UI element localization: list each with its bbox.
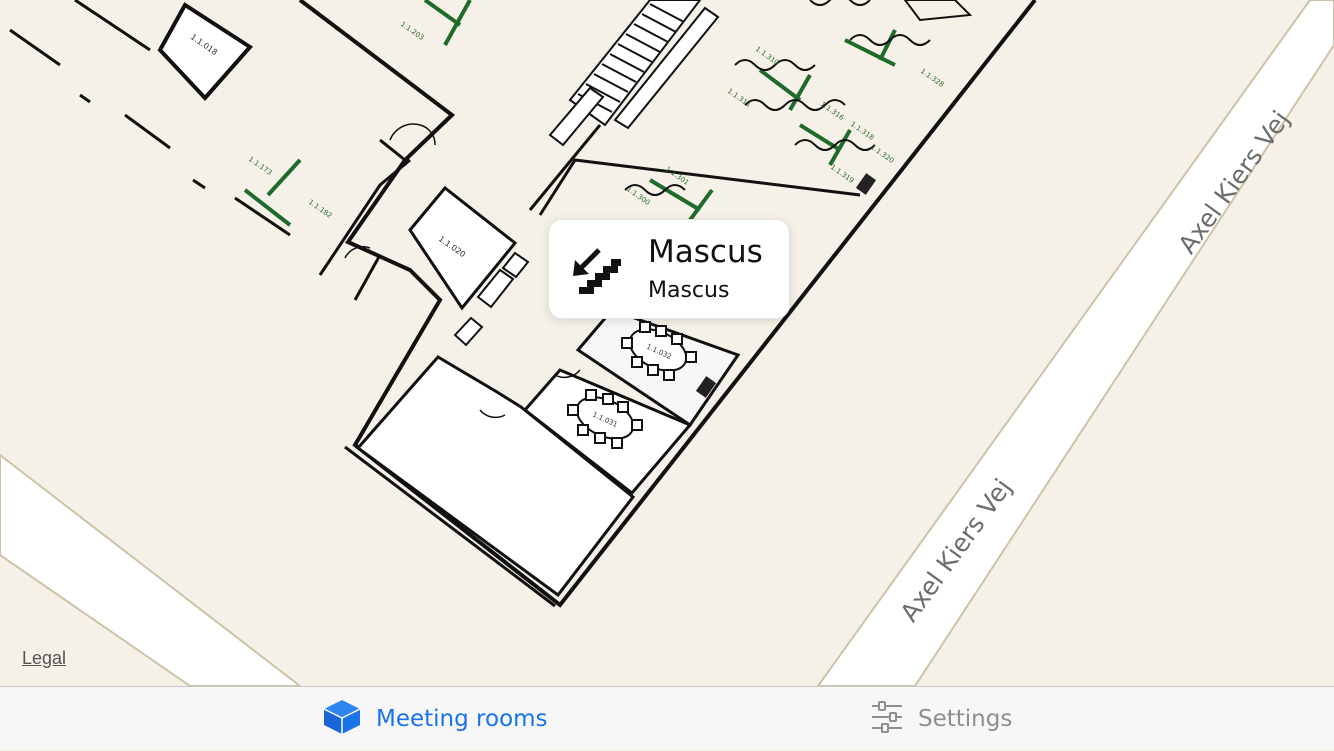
tab-label: Meeting rooms (376, 706, 548, 732)
callout-subtitle: Mascus (648, 278, 730, 303)
svg-text:1.1.300: 1.1.300 (625, 185, 651, 207)
svg-text:1.1.328: 1.1.328 (919, 67, 945, 89)
staircase (548, 0, 720, 147)
tab-meeting-rooms[interactable]: Meeting rooms (322, 687, 548, 751)
svg-text:1.1.301: 1.1.301 (664, 165, 690, 187)
stairs-down-icon (571, 244, 627, 296)
floor-plan-map[interactable]: 1.1.031 1.1.032 1.1.020 1.1.018 1.1.173 … (0, 0, 1334, 686)
cube-icon (322, 698, 362, 741)
svg-text:1.1.182: 1.1.182 (307, 198, 333, 220)
floor-plan-drawing: 1.1.031 1.1.032 1.1.020 1.1.018 1.1.173 … (0, 0, 1334, 686)
svg-text:1.1.319: 1.1.319 (829, 163, 855, 185)
callout-title: Mascus (648, 234, 763, 270)
svg-text:1.1.173: 1.1.173 (247, 155, 273, 177)
room-1-1-018 (157, 2, 254, 101)
road-axel-kiers-vej (816, 0, 1334, 686)
location-callout[interactable]: Mascus Mascus (548, 219, 790, 319)
svg-text:1.1.310: 1.1.310 (754, 45, 780, 67)
legal-link[interactable]: Legal (22, 648, 66, 669)
svg-text:1.1.311: 1.1.311 (726, 87, 752, 109)
sliders-icon (870, 700, 904, 739)
tab-settings[interactable]: Settings (870, 687, 1012, 751)
tab-bar: Meeting rooms Settings (0, 686, 1334, 750)
svg-text:1.1.318: 1.1.318 (849, 120, 875, 142)
tab-label: Settings (918, 706, 1013, 732)
svg-text:1.1.320: 1.1.320 (869, 143, 895, 165)
svg-text:1.1.203: 1.1.203 (399, 20, 425, 42)
